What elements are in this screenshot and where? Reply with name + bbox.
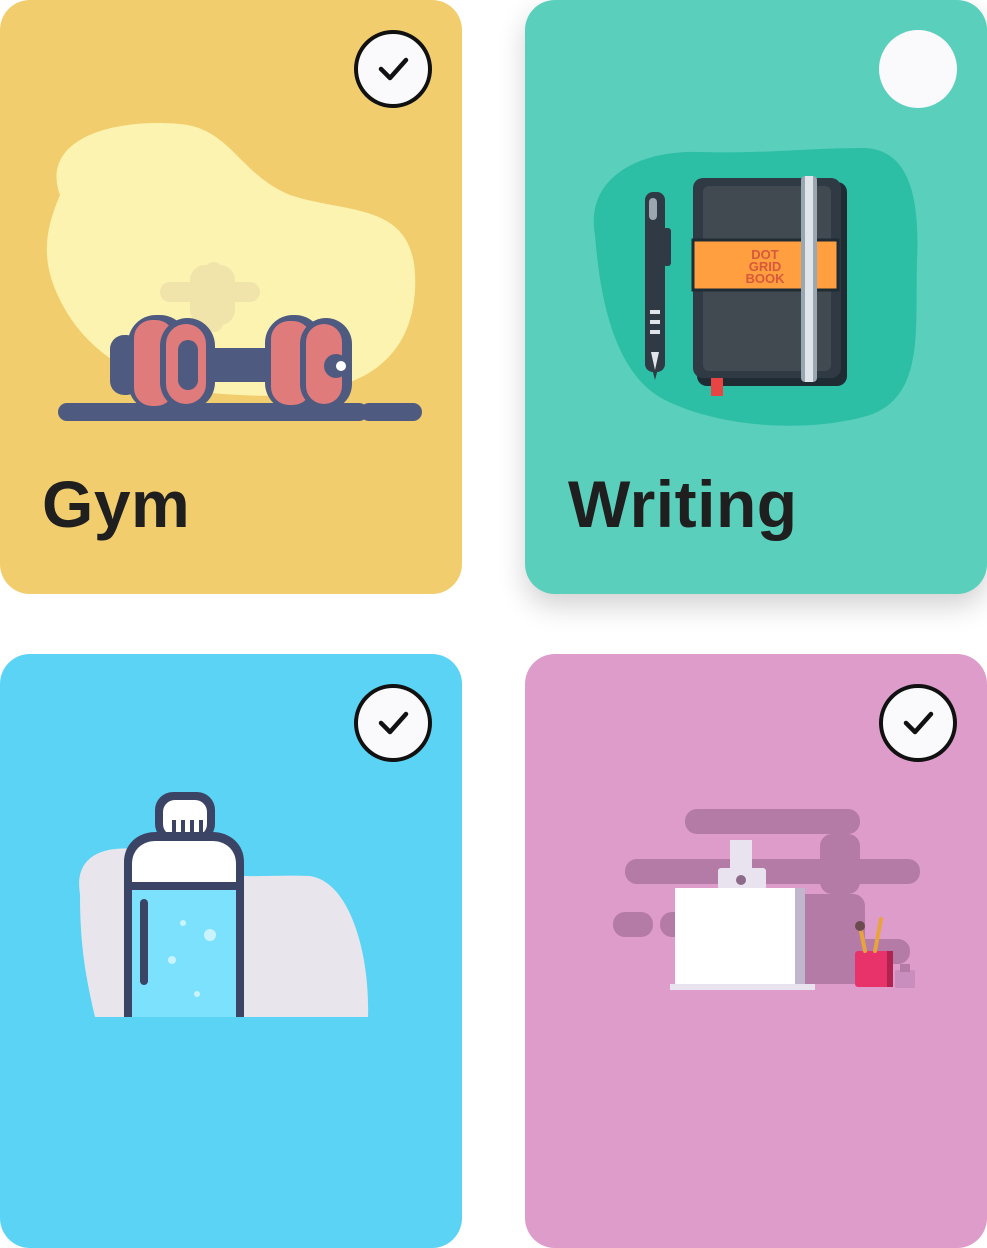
unselected-circle-icon[interactable]	[879, 30, 957, 108]
habit-card-gym[interactable]: Gym	[0, 0, 462, 594]
card-title: Gym	[42, 467, 191, 541]
notebook-label-book: BOOK	[746, 271, 786, 286]
selected-check-icon[interactable]	[879, 684, 957, 762]
card-title: Writing	[568, 467, 798, 541]
habit-card-writing[interactable]: DOT GRID BOOK Writing	[525, 0, 987, 594]
habit-card-cleaning[interactable]	[525, 654, 987, 1248]
selected-check-icon[interactable]	[354, 684, 432, 762]
habit-card-water[interactable]	[0, 654, 462, 1248]
selected-check-icon[interactable]	[354, 30, 432, 108]
